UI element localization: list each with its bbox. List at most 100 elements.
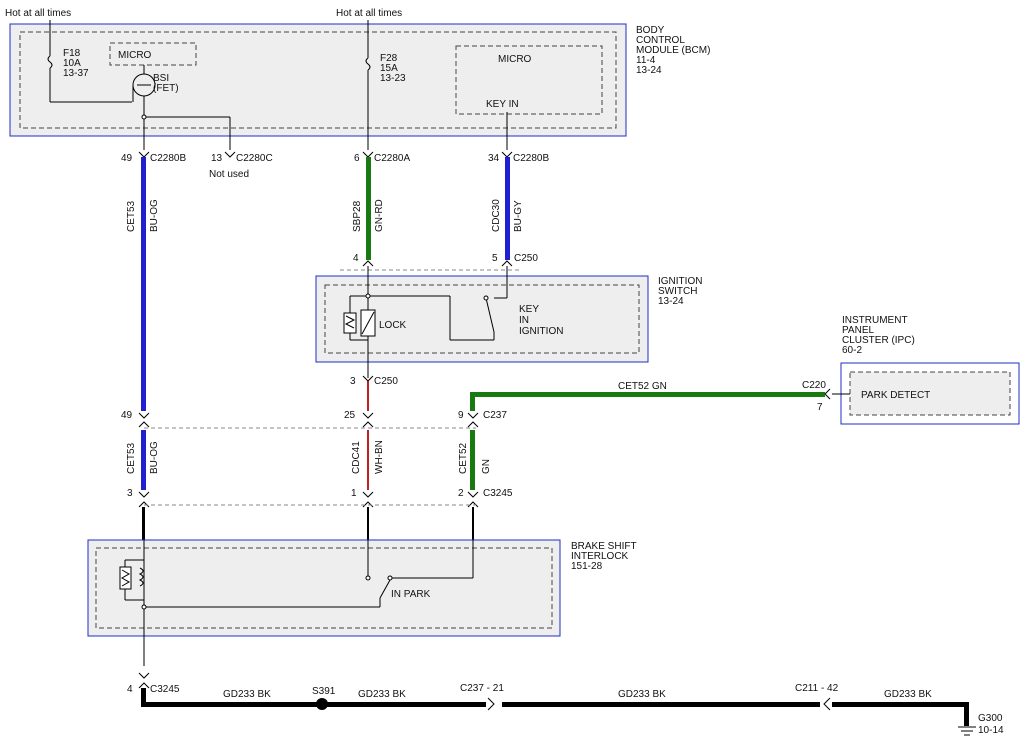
ignition-connector-chevrons (362, 260, 513, 267)
wire-cet53-lower-circuit: CET53 (126, 442, 137, 474)
c220-label: C220 (802, 380, 826, 391)
splice-dot (365, 293, 371, 299)
c2280b-label-2: C2280B (513, 153, 549, 164)
wire-cet53-circuit: CET53 (126, 200, 137, 232)
wire-cdc41-circuit: CDC41 (351, 441, 362, 474)
c2280c-label: C2280C (236, 153, 273, 164)
c2280c-pin-13: 13 (211, 153, 223, 164)
c237-chevrons (138, 412, 479, 428)
wire-cet53-lower-color: BU-OG (149, 441, 160, 474)
splice-dot (141, 114, 147, 120)
c2280b-label-1: C2280B (150, 153, 186, 164)
switch-contact (387, 575, 393, 581)
c211-42-label: C211 - 42 (795, 683, 839, 694)
ground-connector-chevrons (138, 672, 150, 689)
wire-cet53-upper (141, 157, 146, 411)
s391-label: S391 (312, 686, 336, 697)
wire-cet53-color: BU-OG (149, 199, 160, 232)
wire-black-right (472, 507, 474, 542)
c237-label: C237 (483, 410, 507, 421)
wire-cet52-lower-circuit: CET52 (458, 442, 469, 474)
ground-seg3-label: GD233 BK (618, 689, 666, 700)
bsi-title-3: 151-28 (571, 561, 603, 572)
c2280b-pin-34: 34 (488, 153, 500, 164)
not-used-note: Not used (209, 169, 249, 180)
bcm-micro1-label: MICRO (118, 50, 152, 61)
c3245-label: C3245 (483, 488, 513, 499)
wire-cdc30 (505, 157, 510, 260)
c3245-pin-1: 1 (351, 488, 357, 499)
c211-42-chevron (823, 697, 831, 711)
c220-pin-7: 7 (817, 402, 823, 413)
c237-21-chevron (487, 697, 495, 711)
wire-black-left (142, 507, 145, 542)
bsi-label-text: BSI (153, 73, 169, 84)
wire-black-mid (367, 507, 369, 542)
top-connector-chevrons (138, 151, 513, 158)
wire-cdc41-lower (367, 430, 369, 490)
wire-cet52-lower (470, 430, 475, 490)
wiring-diagram: BODY CONTROL MODULE (BCM) 11-4 13-24 Hot… (5, 8, 1020, 736)
wire-cet52-upper (470, 392, 475, 411)
wire-cdc30-circuit: CDC30 (491, 199, 502, 232)
lock-label: LOCK (379, 320, 407, 331)
bcm-micro2-label: MICRO (498, 54, 532, 65)
wire-cet53-lower (141, 430, 146, 490)
g300-label: G300 (978, 713, 1003, 724)
wire-sbp28-color: GN-RD (374, 199, 385, 232)
bsi-fet-label: (FET) (153, 83, 179, 94)
c250-label-top: C250 (514, 253, 538, 264)
key-in-ignition-label-2: IN (519, 315, 529, 326)
park-detect-label: PARK DETECT (861, 390, 930, 401)
c250-pin-3: 3 (350, 376, 356, 387)
ground-seg2-label: GD233 BK (358, 689, 406, 700)
bcm-title-5: 13-24 (636, 65, 662, 76)
ground-seg4-label: GD233 BK (884, 689, 932, 700)
ground-wire-seg2 (502, 702, 820, 707)
ground-seg1-label: GD233 BK (223, 689, 271, 700)
c2280a-label: C2280A (374, 153, 410, 164)
key-in-label: KEY IN (486, 99, 519, 110)
fuse-f28-ref: 13-23 (380, 73, 406, 84)
wire-sbp28-circuit: SBP28 (352, 200, 363, 232)
hot-at-all-times-1: Hot at all times (5, 8, 71, 19)
ground-wire-seg3 (832, 702, 969, 707)
c2280a-pin-6: 6 (354, 153, 360, 164)
c3245-pin-2: 2 (458, 488, 464, 499)
wire-cdc41-upper (367, 381, 369, 411)
wire-sbp28 (366, 157, 371, 260)
c3245-pin-3: 3 (127, 488, 133, 499)
c237-pin-25: 25 (344, 410, 356, 421)
key-in-ignition-label-3: IGNITION (519, 326, 563, 337)
hot-at-all-times-2: Hot at all times (336, 8, 402, 19)
ground-symbol-icon (958, 726, 976, 736)
splice-dot (141, 604, 147, 610)
c237-pin-9: 9 (458, 410, 464, 421)
c250-pin-5: 5 (492, 253, 498, 264)
bcm-outline (9, 23, 627, 137)
c2280b-pin-49: 49 (121, 153, 133, 164)
splice-s391-icon (316, 698, 328, 710)
in-park-label: IN PARK (391, 589, 431, 600)
ground-wire-drop (964, 702, 969, 726)
c250-pin-4: 4 (353, 253, 359, 264)
c237-21-label: C237 - 21 (460, 683, 504, 694)
key-in-ignition-label-1: KEY (519, 304, 539, 315)
wire-cet52-horizontal (470, 392, 825, 397)
g300-ref: 10-14 (978, 725, 1004, 736)
ground-c3245-pin-4: 4 (127, 684, 133, 695)
fuse-f18-ref: 13-37 (63, 68, 89, 79)
wire-cdc30-color: BU-GY (513, 200, 524, 232)
ground-c3245-label: C3245 (150, 684, 180, 695)
body-control-module (9, 23, 627, 137)
lock-solenoid-icon (343, 312, 357, 334)
brake-shift-interlock-outline (87, 539, 561, 637)
wire-cet52-label: CET52 GN (618, 381, 667, 392)
wire-cdc41-color: WH-BN (374, 440, 385, 474)
switch-contact (365, 575, 371, 581)
ignition-title-3: 13-24 (658, 296, 684, 307)
c250-label-bottom: C250 (374, 376, 398, 387)
ipc-title-4: 60-2 (842, 345, 862, 356)
c237-pin-49: 49 (121, 410, 133, 421)
switch-contact (483, 295, 489, 301)
